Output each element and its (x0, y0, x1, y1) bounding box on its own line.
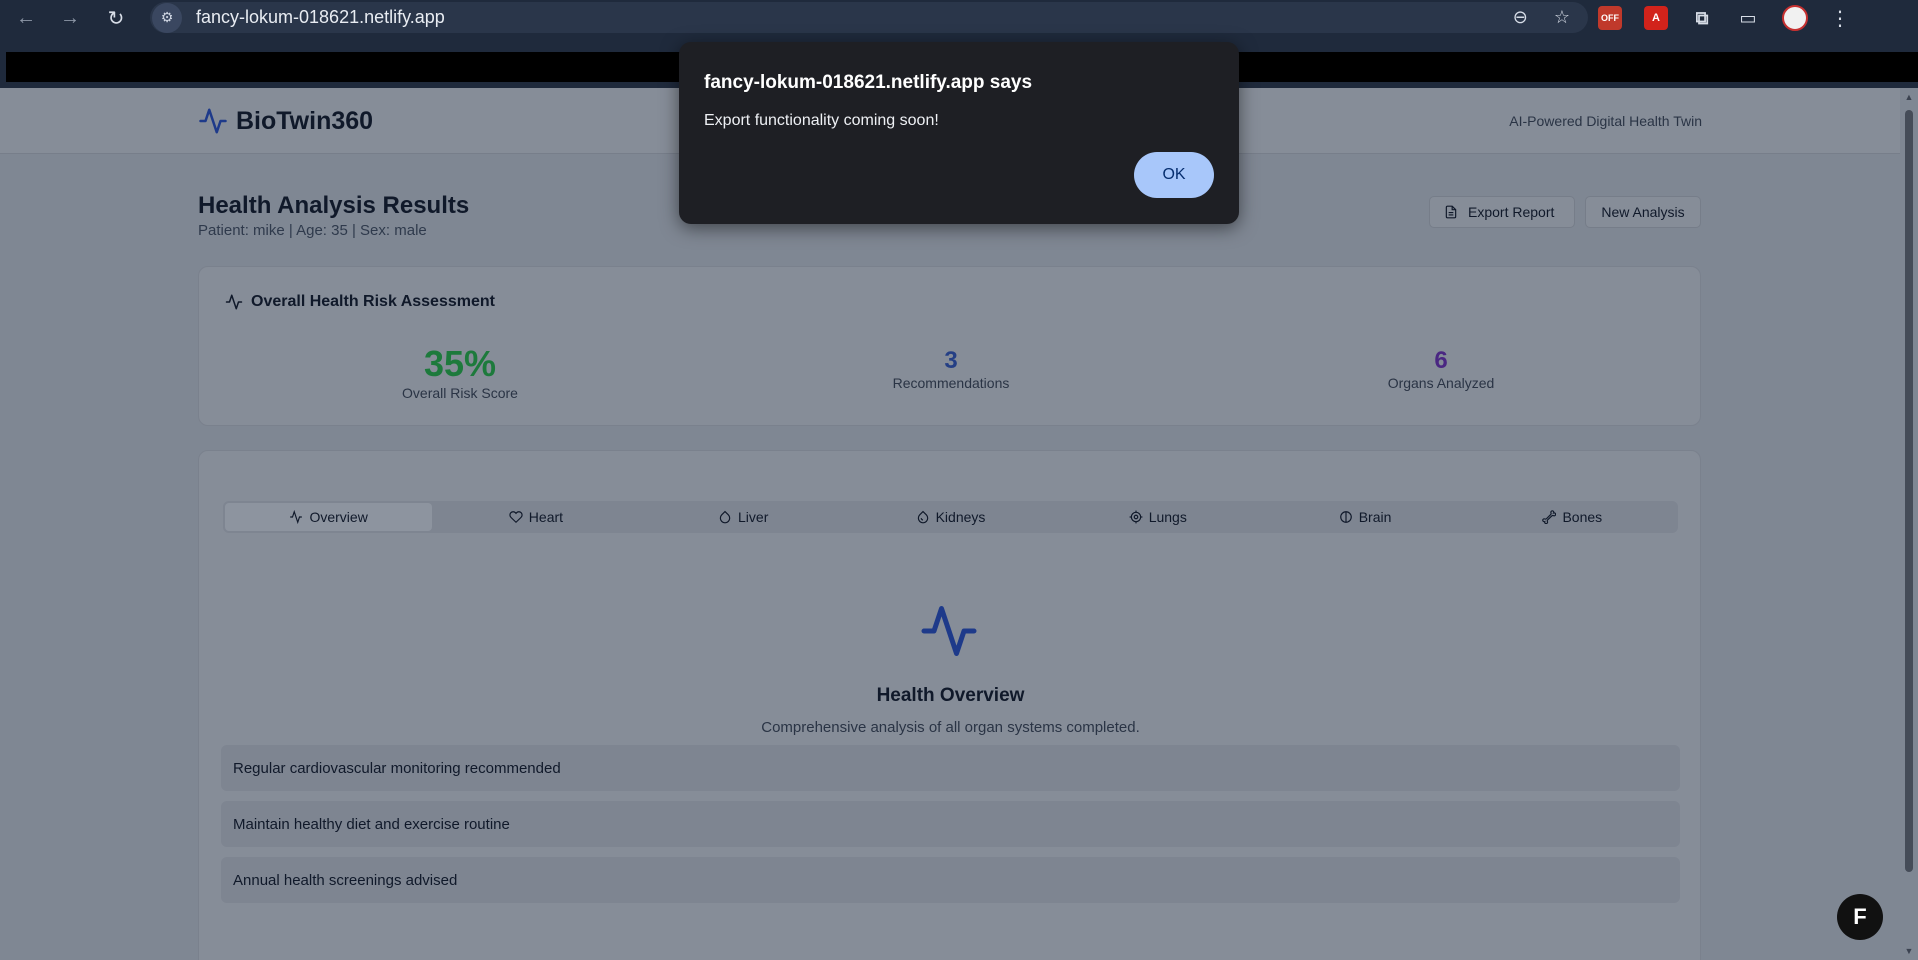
export-report-button[interactable]: Export Report (1429, 196, 1575, 228)
bookmark-star-icon[interactable]: ☆ (1554, 7, 1570, 28)
tab-label: Bones (1562, 509, 1603, 525)
activity-icon (199, 108, 227, 134)
organs-value: 6 (1434, 347, 1448, 374)
tab-bones[interactable]: Bones (1469, 503, 1676, 531)
tab-label: Liver (738, 509, 769, 525)
pdf-extension-icon[interactable]: A (1644, 6, 1668, 30)
profile-avatar[interactable] (1782, 5, 1808, 31)
file-icon (1445, 205, 1457, 219)
tab-liver[interactable]: Liver (640, 503, 847, 531)
extension-off-icon[interactable]: OFF (1598, 6, 1622, 30)
organ-tabs: Overview Heart Liver Kidneys Lungs Brain (223, 501, 1678, 533)
tab-label: Overview (309, 509, 368, 525)
risk-card-title: Overall Health Risk Assessment (225, 293, 495, 311)
kidney-icon (917, 510, 928, 524)
site-info-icon[interactable]: ⚙ (152, 2, 182, 33)
floating-action-button[interactable]: F (1837, 894, 1883, 940)
more-menu-icon[interactable]: ⋮ (1830, 6, 1850, 31)
gear-icon (1129, 510, 1143, 524)
page-scrollbar[interactable]: ▲ ▼ (1900, 88, 1918, 960)
organs-stat: 6 Organs Analyzed (1321, 347, 1561, 391)
bone-icon (1542, 510, 1557, 524)
heart-icon (509, 511, 523, 524)
tab-kidneys[interactable]: Kidneys (847, 503, 1054, 531)
alert-dialog: fancy-lokum-018621.netlify.app says Expo… (679, 42, 1239, 224)
risk-score-value: 35% (423, 343, 497, 384)
url-text[interactable]: fancy-lokum-018621.netlify.app (196, 7, 445, 28)
risk-score-stat: 35% Overall Risk Score (340, 343, 580, 401)
zoom-icon[interactable]: ⊖ (1513, 7, 1528, 28)
recommendations-stat: 3 Recommendations (831, 347, 1071, 391)
activity-icon (225, 294, 243, 310)
risk-card-title-text: Overall Health Risk Assessment (251, 293, 495, 310)
overview-title: Health Overview (876, 685, 1025, 706)
overview-description: Comprehensive analysis of all organ syst… (761, 719, 1140, 736)
tab-overview[interactable]: Overview (225, 503, 433, 531)
activity-icon (290, 510, 303, 524)
scroll-up-icon[interactable]: ▲ (1904, 92, 1914, 102)
dialog-title: fancy-lokum-018621.netlify.app says (704, 72, 1033, 93)
reload-icon[interactable]: ↻ (98, 0, 134, 36)
organs-label: Organs Analyzed (1387, 375, 1495, 391)
droplet-icon (719, 510, 731, 524)
analysis-card: Overview Heart Liver Kidneys Lungs Brain (198, 450, 1701, 960)
tab-brain[interactable]: Brain (1261, 503, 1468, 531)
dialog-message: Export functionality coming soon! (704, 112, 939, 129)
forward-icon[interactable]: → (52, 0, 88, 36)
address-bar[interactable]: ⚙ fancy-lokum-018621.netlify.app ⊖ ☆ (150, 2, 1588, 33)
app-name: BioTwin360 (236, 106, 374, 135)
recommendation-item: Maintain healthy diet and exercise routi… (221, 801, 1680, 847)
tab-label: Lungs (1148, 509, 1187, 525)
export-report-label: Export Report (1468, 204, 1555, 220)
tab-label: Brain (1358, 509, 1392, 525)
page-title: Health Analysis Results (198, 192, 470, 219)
activity-icon (921, 606, 977, 656)
risk-score-label: Overall Risk Score (402, 385, 518, 401)
patient-info: Patient: mike | Age: 35 | Sex: male (198, 222, 427, 239)
recommendations-label: Recommendations (892, 375, 1010, 391)
dialog-ok-button[interactable]: OK (1134, 152, 1214, 198)
scroll-thumb[interactable] (1905, 110, 1913, 872)
brain-icon (1339, 511, 1352, 523)
tab-label: Kidneys (935, 509, 986, 525)
new-analysis-button[interactable]: New Analysis (1585, 196, 1701, 228)
recommendation-item: Regular cardiovascular monitoring recomm… (221, 745, 1680, 791)
app-logo[interactable]: BioTwin360 (198, 106, 373, 136)
tab-lungs[interactable]: Lungs (1054, 503, 1261, 531)
scroll-down-icon[interactable]: ▼ (1904, 946, 1914, 956)
tab-heart[interactable]: Heart (432, 503, 639, 531)
recommendations-value: 3 (944, 347, 958, 374)
tab-search-icon[interactable]: ▭ (1736, 6, 1760, 30)
extensions-puzzle-icon[interactable]: ⧉ (1690, 6, 1714, 30)
recommendation-item: Annual health screenings advised (221, 857, 1680, 903)
browser-toolbar: ← → ↻ ⚙ fancy-lokum-018621.netlify.app ⊖… (0, 0, 1918, 36)
tab-label: Heart (528, 509, 564, 525)
back-icon[interactable]: ← (8, 0, 44, 36)
app-tagline: AI-Powered Digital Health Twin (1509, 113, 1702, 129)
risk-assessment-card: Overall Health Risk Assessment 35% Overa… (198, 266, 1701, 426)
